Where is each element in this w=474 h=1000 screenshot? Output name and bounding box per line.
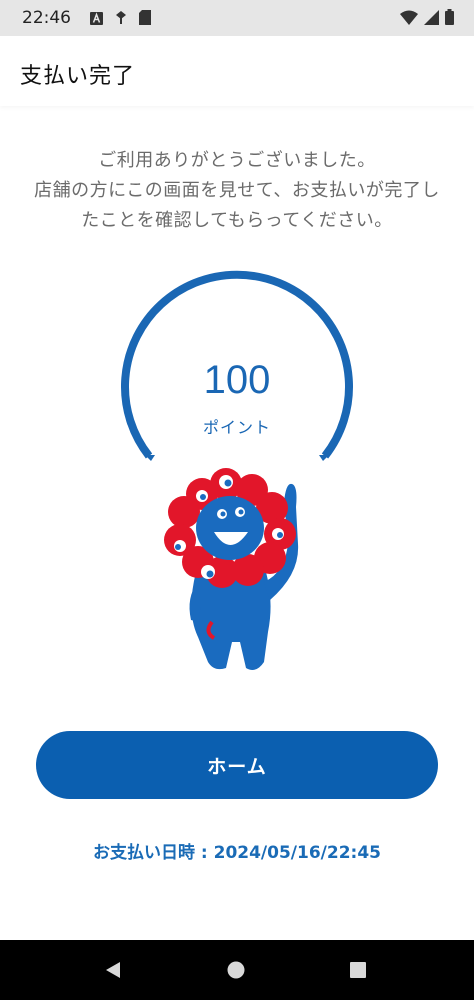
thank-you-message: ご利用ありがとうございました。 店舗の方にこの画面を見せて、お支払いが完了し た…	[0, 146, 474, 236]
status-left-icons	[90, 10, 151, 29]
recents-icon[interactable]	[350, 962, 366, 982]
message-line: ご利用ありがとうございました。	[98, 150, 376, 171]
page-title: 支払い完了	[20, 64, 136, 89]
wifi-icon	[400, 10, 418, 29]
sd-card-icon	[139, 10, 151, 29]
status-time: 22:46	[22, 8, 71, 28]
status-bar: 22:46	[0, 0, 474, 36]
message-line: 店舗の方にこの画面を見せて、お支払いが完了し	[34, 180, 440, 201]
points-unit: ポイント	[202, 418, 271, 437]
mascot-character-icon	[164, 468, 299, 670]
signal-icon	[424, 9, 439, 29]
points-value: 100	[203, 358, 271, 402]
navigation-bar	[0, 940, 474, 1000]
back-icon[interactable]	[104, 961, 122, 983]
gauge-arc-end-right	[319, 455, 329, 461]
gauge-arc-end-left	[145, 455, 155, 461]
status-right-icons	[400, 9, 454, 29]
home-button[interactable]: ホーム	[36, 731, 438, 799]
home-icon[interactable]	[227, 961, 245, 983]
battery-icon	[445, 9, 454, 29]
message-line: たことを確認してもらってください。	[81, 210, 393, 231]
payment-datetime: お支払い日時 : 2024/05/16/22:45	[92, 843, 381, 863]
vpn-key-icon	[115, 10, 127, 29]
a-notification-icon	[90, 10, 103, 29]
app-bar: 支払い完了	[0, 36, 474, 106]
